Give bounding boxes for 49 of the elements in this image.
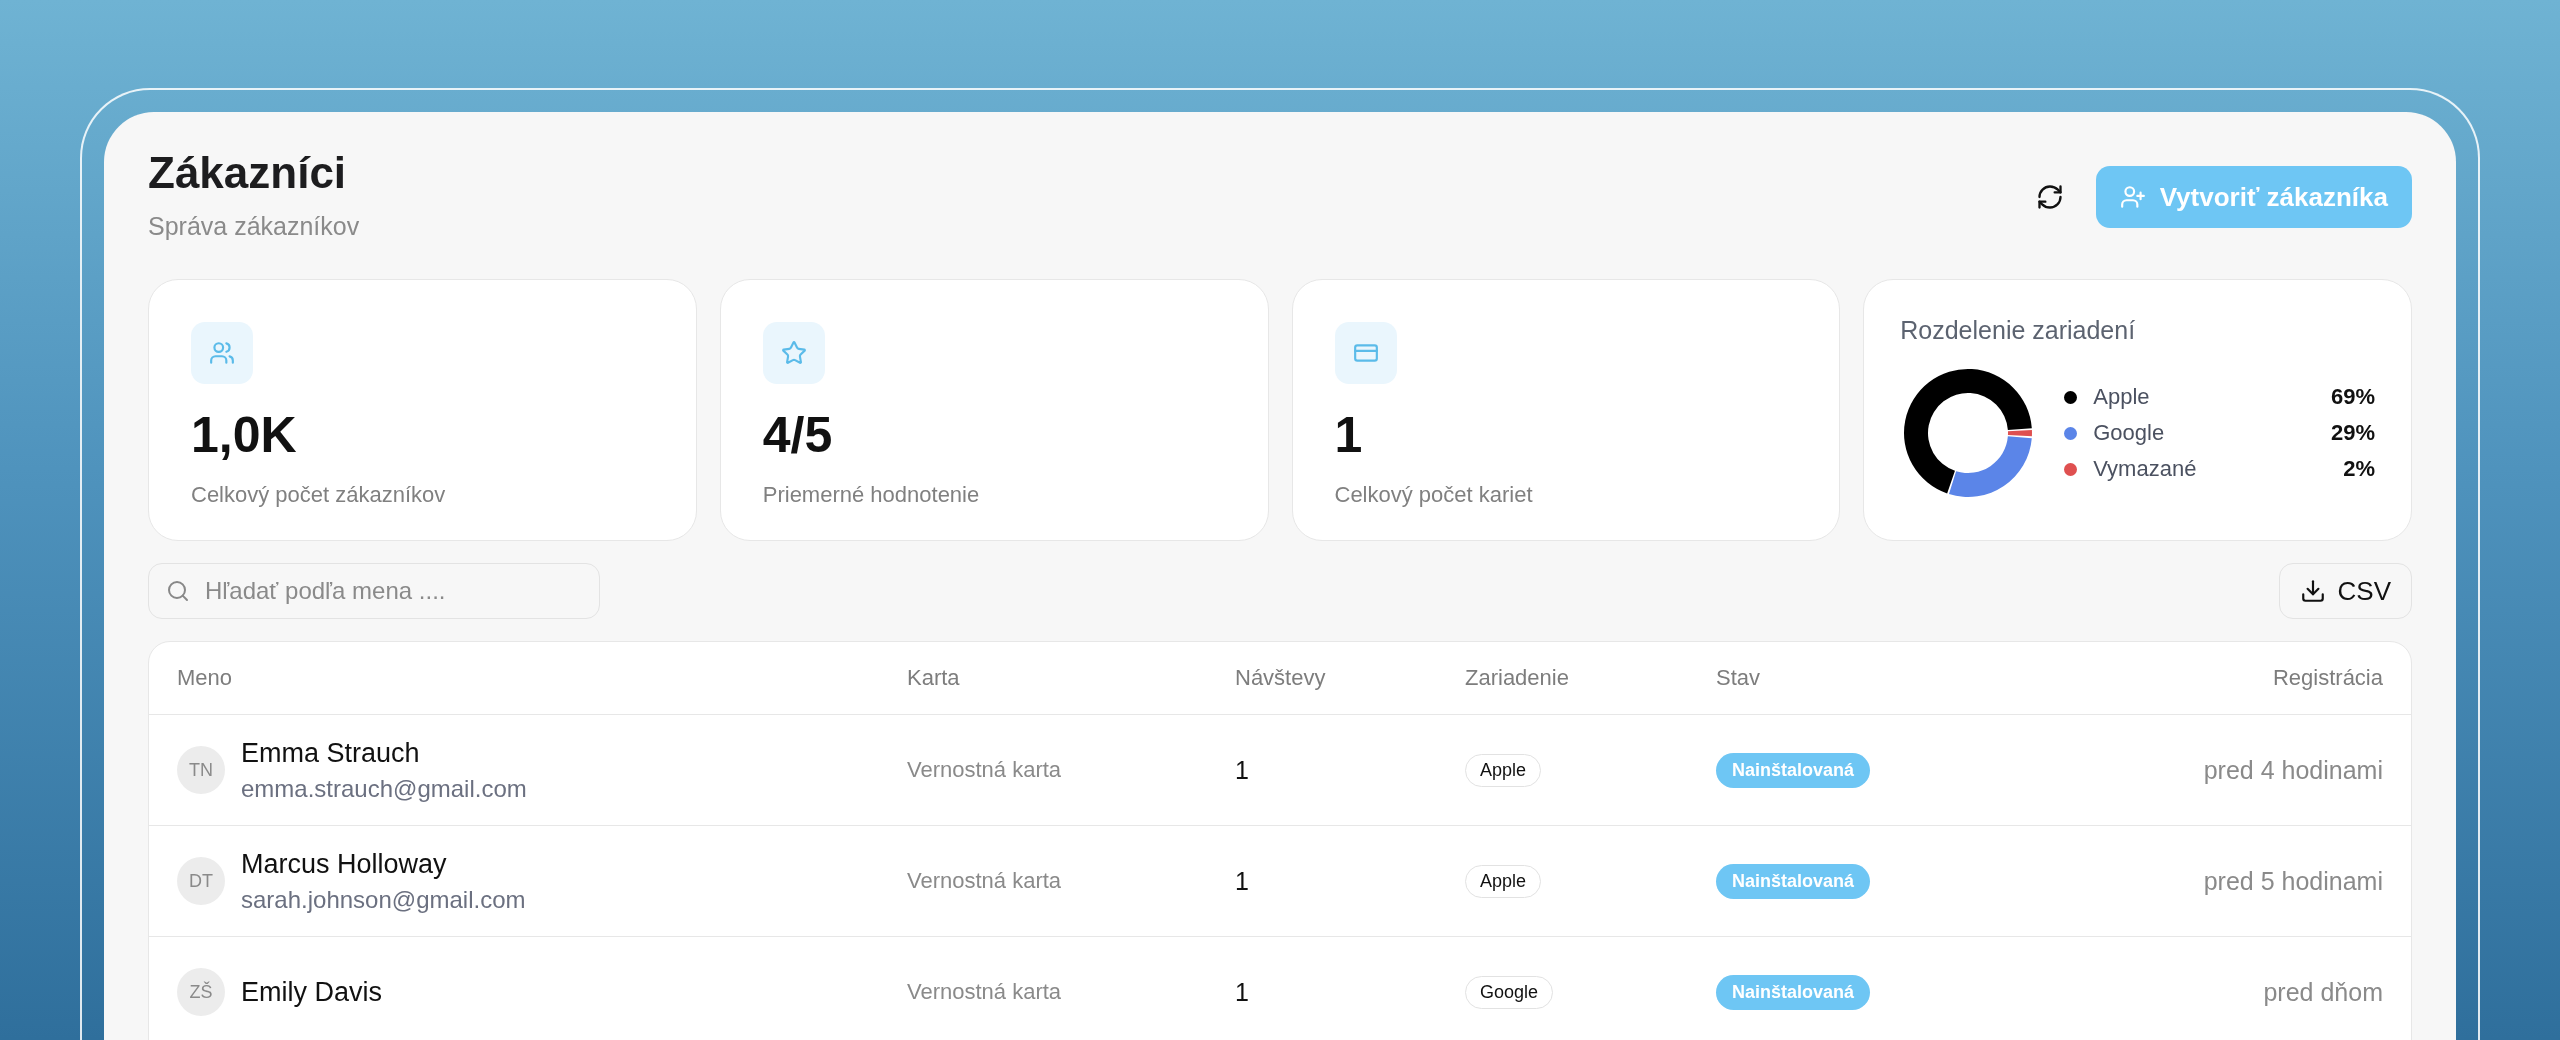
stat-label: Priemerné hodnotenie <box>762 482 981 508</box>
customer-name: Marcus Holloway <box>241 848 448 880</box>
avatar-initials: DT <box>177 857 225 905</box>
star-icon <box>780 340 807 366</box>
card-type: Vernostná karta <box>907 757 1063 783</box>
customer-email: sarah.johnson@gmail.com <box>241 885 526 914</box>
legend-label: Vymazané <box>2093 456 2198 482</box>
download-icon <box>2299 578 2326 604</box>
legend-label: Google <box>2093 420 2166 446</box>
status-badge: Nainštalovaná <box>1716 752 1871 788</box>
visit-count: 1 <box>1235 866 1250 896</box>
stat-value: 4/5 <box>762 406 834 464</box>
column-header: Zariadenie <box>1465 665 1570 691</box>
stat-label: Celkový počet zákazníkov <box>191 482 447 508</box>
search-field[interactable]: Hľadať podľa mena .... <box>148 563 600 619</box>
stat-value: 1,0K <box>191 406 298 464</box>
refresh-icon <box>2035 183 2064 211</box>
avatar-initials: TN <box>177 746 225 794</box>
page-subtitle: Správa zákazníkov <box>148 212 360 241</box>
add-user-icon <box>2119 184 2146 210</box>
customer-name: Emma Strauch <box>241 737 421 769</box>
customer-email: emma.strauch@gmail.com <box>241 774 527 803</box>
legend-percent: 29% <box>2330 420 2375 446</box>
column-header: Návštevy <box>1235 665 1327 691</box>
search-icon <box>166 579 190 603</box>
column-header: Stav <box>1716 665 1762 691</box>
registration-time: pred 4 hodinami <box>2202 755 2383 785</box>
stat-value: 1 <box>1334 406 1364 464</box>
visit-count: 1 <box>1235 755 1250 785</box>
legend-percent: 69% <box>2330 384 2375 410</box>
page-title: Zákazníci <box>148 148 348 198</box>
chart-title: Rozdelenie zariadení <box>1900 316 2137 345</box>
column-header: Karta <box>907 665 961 691</box>
avatar-initials: ZŠ <box>177 968 225 1016</box>
stat-label: Celkový počet kariet <box>1334 482 1534 508</box>
card-type: Vernostná karta <box>907 979 1063 1005</box>
status-badge: Nainštalovaná <box>1716 974 1871 1010</box>
customer-name: Emily Davis <box>241 976 382 1008</box>
card-type: Vernostná karta <box>907 868 1063 894</box>
column-header: Meno <box>177 665 234 691</box>
legend-percent: 2% <box>2343 456 2375 482</box>
status-badge: Nainštalovaná <box>1716 863 1871 899</box>
column-header: Registrácia <box>2271 665 2383 691</box>
registration-time: pred dňom <box>2262 977 2383 1007</box>
legend-label: Apple <box>2093 384 2151 410</box>
registration-time: pred 5 hodinami <box>2202 866 2383 896</box>
visit-count: 1 <box>1235 977 1250 1007</box>
csv-export-button[interactable]: CSV <box>2278 563 2412 619</box>
users-icon <box>209 340 235 366</box>
